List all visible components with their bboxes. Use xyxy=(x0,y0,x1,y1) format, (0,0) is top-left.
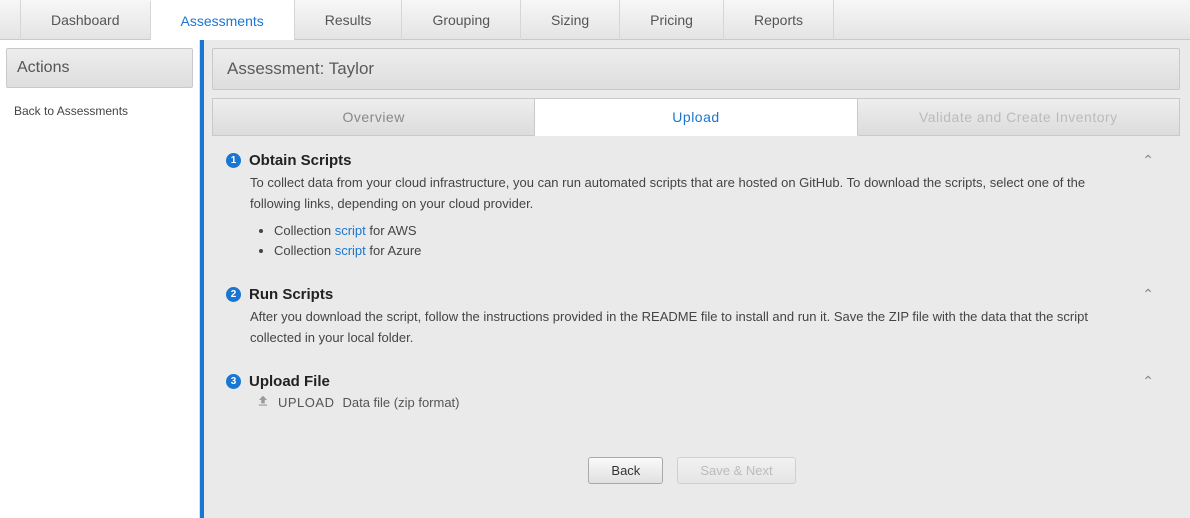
li-text: for Azure xyxy=(366,243,422,258)
wizard-footer: Back Save & Next xyxy=(204,457,1180,484)
tab-dashboard[interactable]: Dashboard xyxy=(20,0,150,40)
step-body-1: To collect data from your cloud infrastr… xyxy=(250,173,1126,262)
list-item: Collection script for AWS xyxy=(274,221,1126,242)
step-number-3: 3 xyxy=(226,374,241,389)
step-header: 1 Obtain Scripts ⌃ xyxy=(226,152,1166,169)
tab-assessments[interactable]: Assessments xyxy=(150,0,294,40)
list-item: Collection script for Azure xyxy=(274,241,1126,262)
step-header: 3 Upload File ⌃ xyxy=(226,373,1166,390)
content: Assessment: Taylor Overview Upload Valid… xyxy=(200,40,1190,518)
step-title-1: Obtain Scripts xyxy=(249,152,352,169)
main-area: Actions Back to Assessments Assessment: … xyxy=(0,40,1190,518)
tab-grouping[interactable]: Grouping xyxy=(401,0,520,40)
steps: 1 Obtain Scripts ⌃ To collect data from … xyxy=(220,146,1172,429)
subtab-overview[interactable]: Overview xyxy=(212,98,535,136)
step-title-2: Run Scripts xyxy=(249,286,333,303)
tab-pricing[interactable]: Pricing xyxy=(619,0,723,40)
upload-description: Data file (zip format) xyxy=(342,395,459,410)
step-obtain-scripts: 1 Obtain Scripts ⌃ To collect data from … xyxy=(220,146,1172,280)
step1-text: To collect data from your cloud infrastr… xyxy=(250,175,1085,211)
aws-script-link[interactable]: script xyxy=(335,223,366,238)
li-text: Collection xyxy=(274,223,335,238)
step-upload-file: 3 Upload File ⌃ UPLOAD Data file (zip fo… xyxy=(220,367,1172,429)
sub-tabs: Overview Upload Validate and Create Inve… xyxy=(212,98,1180,136)
tab-sizing[interactable]: Sizing xyxy=(520,0,619,40)
sidebar-title: Actions xyxy=(6,48,193,88)
step-number-2: 2 xyxy=(226,287,241,302)
subtab-validate: Validate and Create Inventory xyxy=(858,98,1180,136)
back-to-assessments-link[interactable]: Back to Assessments xyxy=(0,96,199,126)
page-title: Assessment: Taylor xyxy=(212,48,1180,90)
sidebar: Actions Back to Assessments xyxy=(0,40,200,518)
step-header: 2 Run Scripts ⌃ xyxy=(226,286,1166,303)
upload-button[interactable]: UPLOAD xyxy=(278,395,334,410)
step-title-3: Upload File xyxy=(249,373,330,390)
upload-icon xyxy=(256,394,270,411)
save-next-button: Save & Next xyxy=(677,457,795,484)
subtab-upload[interactable]: Upload xyxy=(535,98,857,136)
step-number-1: 1 xyxy=(226,153,241,168)
azure-script-link[interactable]: script xyxy=(335,243,366,258)
top-nav: Dashboard Assessments Results Grouping S… xyxy=(0,0,1190,40)
chevron-up-icon[interactable]: ⌃ xyxy=(1130,152,1166,169)
step2-text: After you download the script, follow th… xyxy=(250,309,1088,345)
chevron-up-icon[interactable]: ⌃ xyxy=(1130,286,1166,303)
step-body-2: After you download the script, follow th… xyxy=(250,307,1126,349)
li-text: Collection xyxy=(274,243,335,258)
back-button[interactable]: Back xyxy=(588,457,663,484)
tab-reports[interactable]: Reports xyxy=(723,0,834,40)
li-text: for AWS xyxy=(366,223,417,238)
step-run-scripts: 2 Run Scripts ⌃ After you download the s… xyxy=(220,280,1172,367)
tab-results[interactable]: Results xyxy=(294,0,402,40)
chevron-up-icon[interactable]: ⌃ xyxy=(1130,373,1166,390)
upload-row: UPLOAD Data file (zip format) xyxy=(256,394,1126,411)
